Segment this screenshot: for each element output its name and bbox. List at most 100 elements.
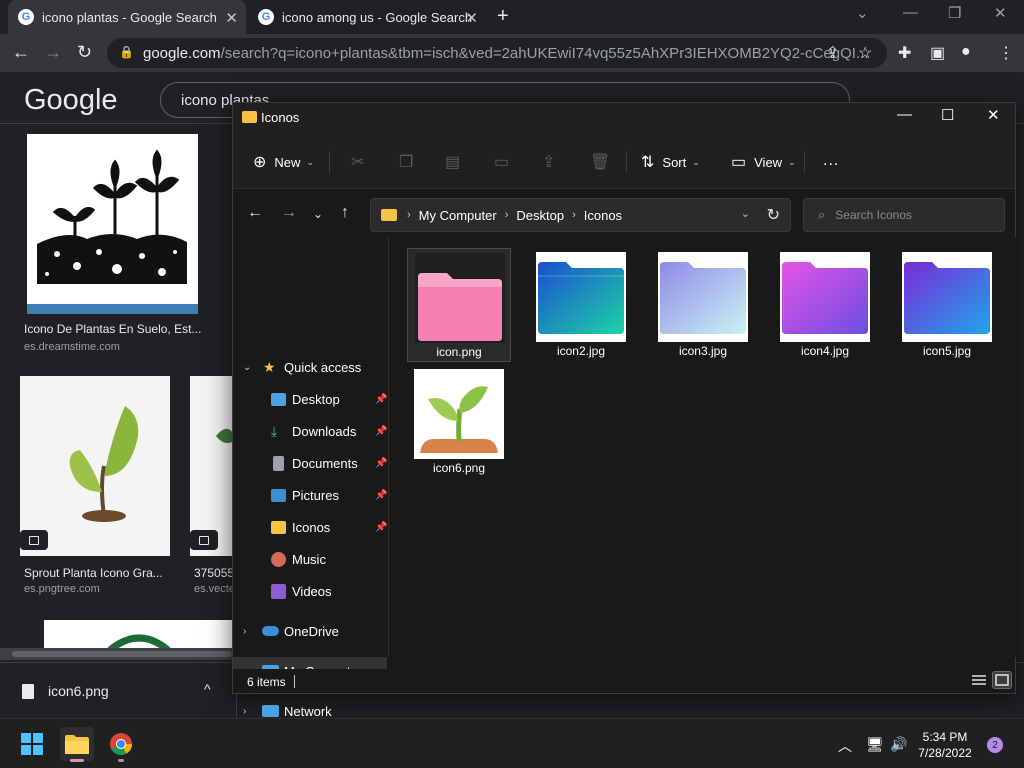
minimize-button[interactable]: — (897, 106, 912, 123)
nav-quick-access[interactable]: ⌄ ★ Quick access (233, 353, 387, 381)
nav-label: Documents (292, 455, 358, 471)
taskbar-chrome[interactable] (104, 727, 138, 762)
item-count: 6 items (247, 675, 286, 689)
paste-icon[interactable]: ▤ (445, 152, 460, 172)
share-icon[interactable]: ⇪ (542, 152, 555, 172)
scrollbar-thumb[interactable] (12, 651, 232, 657)
address-bar[interactable]: 🔒 google.com/search?q=icono+plantas&tbm=… (107, 38, 887, 68)
nav-item-desktop[interactable]: Desktop 📌 (233, 385, 387, 413)
nav-item-iconos[interactable]: Iconos 📌 (233, 513, 387, 541)
rename-icon[interactable]: ▭ (494, 152, 509, 172)
result-title[interactable]: 375055... (194, 566, 234, 580)
back-arrow-icon[interactable]: ← (12, 42, 30, 63)
details-view-button[interactable] (969, 671, 989, 689)
tiles-view-button[interactable] (992, 671, 1012, 689)
result-source[interactable]: es.dreamstime.com (24, 341, 120, 353)
copy-icon[interactable]: ❐ (399, 152, 413, 172)
file-item-icon5-jpg[interactable]: icon5.jpg (895, 248, 999, 362)
new-tab-button[interactable]: + (497, 5, 509, 28)
file-name: icon6.png (432, 461, 486, 475)
sort-button[interactable]: ⇅ Sort ⌄ (641, 152, 700, 172)
search-input[interactable]: ⌕ Search Iconos (803, 198, 1005, 232)
menu-dots-icon[interactable]: ⋮ (998, 43, 1014, 63)
extensions-icon[interactable]: ✚ (898, 43, 911, 63)
chevron-up-icon[interactable]: ︿ (838, 736, 852, 756)
forward-arrow-icon[interactable]: → (281, 204, 297, 222)
nav-item-documents[interactable]: Documents 📌 (233, 449, 387, 477)
result-title[interactable]: Sprout Planta Icono Gra... (24, 566, 170, 580)
cut-icon[interactable]: ✂ (351, 152, 364, 172)
sidebar-icon[interactable]: ▣ (930, 43, 945, 63)
violet-blue-folder-icon (904, 262, 990, 334)
plant-thumbnail-icon (216, 428, 232, 444)
breadcrumb-separator: › (407, 209, 411, 221)
start-button[interactable] (15, 727, 49, 761)
minimize-button[interactable]: — (903, 4, 918, 21)
delete-icon[interactable]: 🗑 (590, 152, 610, 172)
pin-icon[interactable]: 📌 (375, 394, 387, 405)
breadcrumb-iconos[interactable]: Iconos (584, 208, 622, 223)
result-source[interactable]: es.vecte... (194, 583, 234, 595)
recent-locations-chevron-icon[interactable]: ⌄ (313, 207, 323, 221)
breadcrumb-my-computer[interactable]: My Computer (419, 208, 497, 223)
pin-icon[interactable]: 📌 (375, 490, 387, 501)
file-list: icon.png icon2.jpg icon3.jpg icon4.jpg i… (390, 237, 1016, 657)
more-options-button[interactable]: ... (823, 152, 839, 170)
pin-icon[interactable]: 📌 (375, 458, 387, 469)
horizontal-scrollbar[interactable] (0, 648, 236, 660)
nav-item-downloads[interactable]: ⤓ Downloads 📌 (233, 417, 387, 445)
refresh-icon[interactable]: ↻ (767, 205, 780, 225)
file-item-icon-png[interactable]: icon.png (407, 248, 511, 362)
forward-arrow-icon[interactable]: → (44, 42, 62, 63)
chevron-down-icon[interactable]: ⌄ (741, 207, 750, 220)
up-arrow-icon[interactable]: ↑ (341, 204, 349, 222)
clock[interactable]: 5:34 PM 7/28/2022 (905, 729, 985, 761)
view-button[interactable]: ▭ View ⌄ (731, 152, 796, 172)
pin-icon[interactable]: 📌 (375, 522, 387, 533)
network-status-icon[interactable]: 🖥 (866, 736, 884, 753)
downloads-icon: ⤓ (271, 423, 278, 439)
file-item-icon4-jpg[interactable]: icon4.jpg (773, 248, 877, 362)
download-item[interactable]: icon6.png (22, 683, 109, 699)
file-item-icon2-jpg[interactable]: icon2.jpg (529, 248, 633, 362)
result-source[interactable]: es.pngtree.com (24, 583, 100, 595)
tab-close-icon[interactable]: ✕ (465, 9, 478, 27)
result-image-circle-logo[interactable] (44, 620, 234, 650)
file-explorer-icon (65, 735, 89, 754)
tab-icono-plantas[interactable]: G icono plantas - Google Search ✕ (8, 0, 246, 34)
pin-icon[interactable]: 📌 (375, 426, 387, 437)
close-window-button[interactable]: ✕ (994, 4, 1007, 22)
google-logo[interactable]: Google (24, 84, 118, 117)
taskbar-file-explorer[interactable] (60, 727, 94, 762)
breadcrumb-desktop[interactable]: Desktop (516, 208, 564, 223)
result-title[interactable]: Icono De Plantas En Suelo, Est... (24, 322, 202, 336)
profile-icon[interactable]: ● (961, 43, 971, 61)
result-image-sprout[interactable] (20, 376, 170, 556)
back-arrow-icon[interactable]: ← (247, 204, 263, 222)
new-button[interactable]: ⊕ New ⌄ (253, 152, 314, 172)
nav-item-music[interactable]: Music (233, 545, 387, 573)
maximize-button[interactable]: ☐ (941, 106, 954, 124)
restore-button[interactable]: ❐ (948, 4, 961, 22)
breadcrumb[interactable]: › My Computer › Desktop › Iconos ⌄ ↻ (370, 198, 791, 232)
nav-item-videos[interactable]: Videos (233, 577, 387, 605)
tab-icono-among-us[interactable]: G icono among us - Google Search ✕ (248, 0, 486, 34)
explorer-titlebar[interactable]: Iconos — ☐ ✕ (233, 103, 1015, 133)
videos-icon (271, 584, 286, 599)
reload-icon[interactable]: ↻ (77, 42, 92, 63)
share-icon[interactable]: ⇪ (826, 43, 839, 63)
chevron-up-icon[interactable]: ^ (204, 681, 211, 697)
bookmark-star-icon[interactable]: ☆ (858, 43, 872, 63)
close-window-button[interactable]: ✕ (987, 106, 1000, 124)
notification-badge[interactable]: 2 (987, 737, 1003, 753)
nav-item-onedrive[interactable]: › OneDrive (233, 617, 387, 645)
tab-title: icono plantas - Google Search (42, 9, 217, 25)
address-row: ← → ⌄ ↑ › My Computer › Desktop › Iconos… (233, 189, 1015, 237)
file-item-icon6-png[interactable]: icon6.png (407, 365, 511, 479)
result-image-plants-in-soil[interactable] (27, 134, 198, 314)
file-item-icon3-jpg[interactable]: icon3.jpg (651, 248, 755, 362)
tab-search-icon[interactable]: ⌄ (856, 4, 869, 22)
nav-item-pictures[interactable]: Pictures 📌 (233, 481, 387, 509)
tab-close-icon[interactable]: ✕ (225, 9, 238, 27)
result-image-partial[interactable] (190, 376, 232, 556)
